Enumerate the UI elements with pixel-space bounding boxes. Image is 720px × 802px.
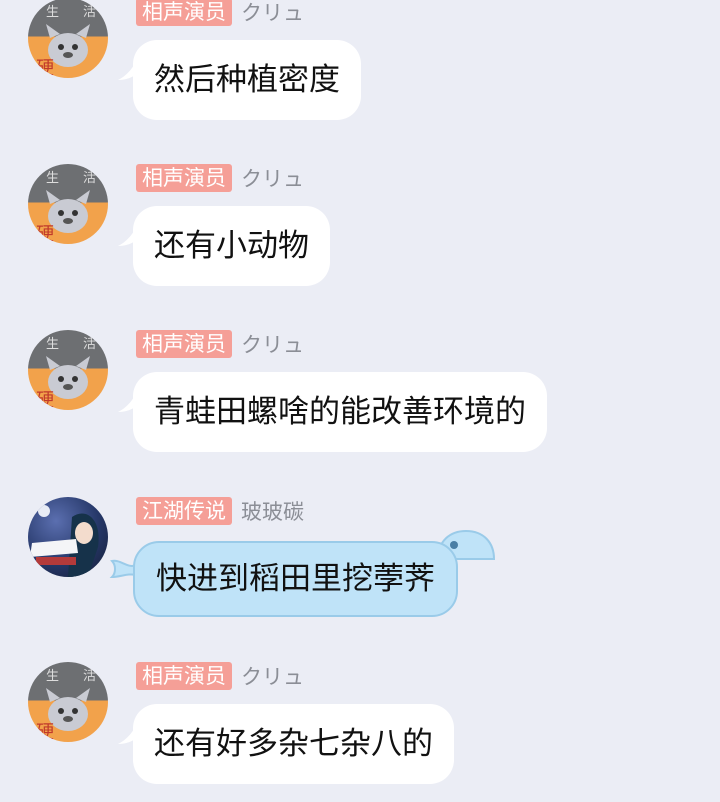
chat-message: 生 活 硬 相声演员 クリュ 还有好多杂七杂八的: [0, 662, 720, 802]
avatar-char-1: 生: [46, 337, 59, 352]
avatar-char-2: 活: [83, 171, 96, 186]
avatar-char-2: 活: [83, 5, 96, 20]
message-bubble[interactable]: 然后种植密度: [133, 40, 361, 120]
chat-message: 生 活 硬 相声演员 クリュ 还有小动物: [0, 164, 720, 304]
cat-avatar-icon: 生 活 硬: [36, 669, 96, 742]
avatar[interactable]: [28, 497, 108, 577]
sender-meta: 相声演员 クリュ: [136, 662, 304, 690]
avatar-char-3: 硬: [36, 224, 54, 244]
avatar-char-3: 硬: [36, 390, 54, 410]
message-bubble[interactable]: 青蛙田螺啥的能改善环境的: [133, 372, 547, 452]
avatar-char-3: 硬: [36, 722, 54, 742]
sender-nickname[interactable]: クリュ: [241, 661, 304, 691]
message-bubble[interactable]: 还有小动物: [133, 206, 330, 286]
title-badge: 相声演员: [136, 330, 232, 358]
avatar[interactable]: 生 活 硬: [28, 662, 108, 742]
sender-nickname[interactable]: クリュ: [241, 0, 304, 27]
avatar-char-1: 生: [46, 171, 59, 186]
sender-meta: 相声演员 クリュ: [136, 164, 304, 192]
avatar-char-1: 生: [46, 669, 59, 684]
chat-message: 生 活 硬 相声演员 クリュ 青蛙田螺啥的能改善环境的: [0, 330, 720, 470]
avatar[interactable]: 生 活 硬: [28, 330, 108, 410]
avatar-char-3: 硬: [36, 58, 54, 78]
title-badge: 相声演员: [136, 662, 232, 690]
sender-meta: 江湖传说 玻玻碳: [136, 497, 304, 525]
message-bubble[interactable]: 快进到稻田里挖荸荠: [133, 541, 458, 617]
title-badge: 江湖传说: [136, 497, 232, 525]
sender-nickname[interactable]: 玻玻碳: [241, 496, 304, 526]
avatar[interactable]: 生 活 硬: [28, 164, 108, 244]
avatar-char-1: 生: [46, 5, 59, 20]
anime-avatar-icon: [30, 505, 99, 577]
cat-avatar-icon: 生 活 硬: [36, 5, 96, 78]
chat-message: 江湖传说 玻玻碳 快进到稻田里挖荸荠: [0, 497, 720, 637]
sender-meta: 相声演员 クリュ: [136, 330, 304, 358]
message-bubble[interactable]: 还有好多杂七杂八的: [133, 704, 454, 784]
sender-nickname[interactable]: クリュ: [241, 329, 304, 359]
chat-message: 生 活 硬 相声演员 クリュ 然后种植密度: [0, 0, 720, 138]
sender-nickname[interactable]: クリュ: [241, 163, 304, 193]
sender-meta: 相声演员 クリュ: [136, 0, 304, 26]
avatar-char-2: 活: [83, 669, 96, 684]
avatar-char-2: 活: [83, 337, 96, 352]
cat-avatar-icon: 生 活 硬: [36, 171, 96, 244]
cat-avatar-icon: 生 活 硬: [36, 337, 96, 410]
title-badge: 相声演员: [136, 164, 232, 192]
avatar[interactable]: 生 活 硬: [28, 0, 108, 78]
title-badge: 相声演员: [136, 0, 232, 26]
